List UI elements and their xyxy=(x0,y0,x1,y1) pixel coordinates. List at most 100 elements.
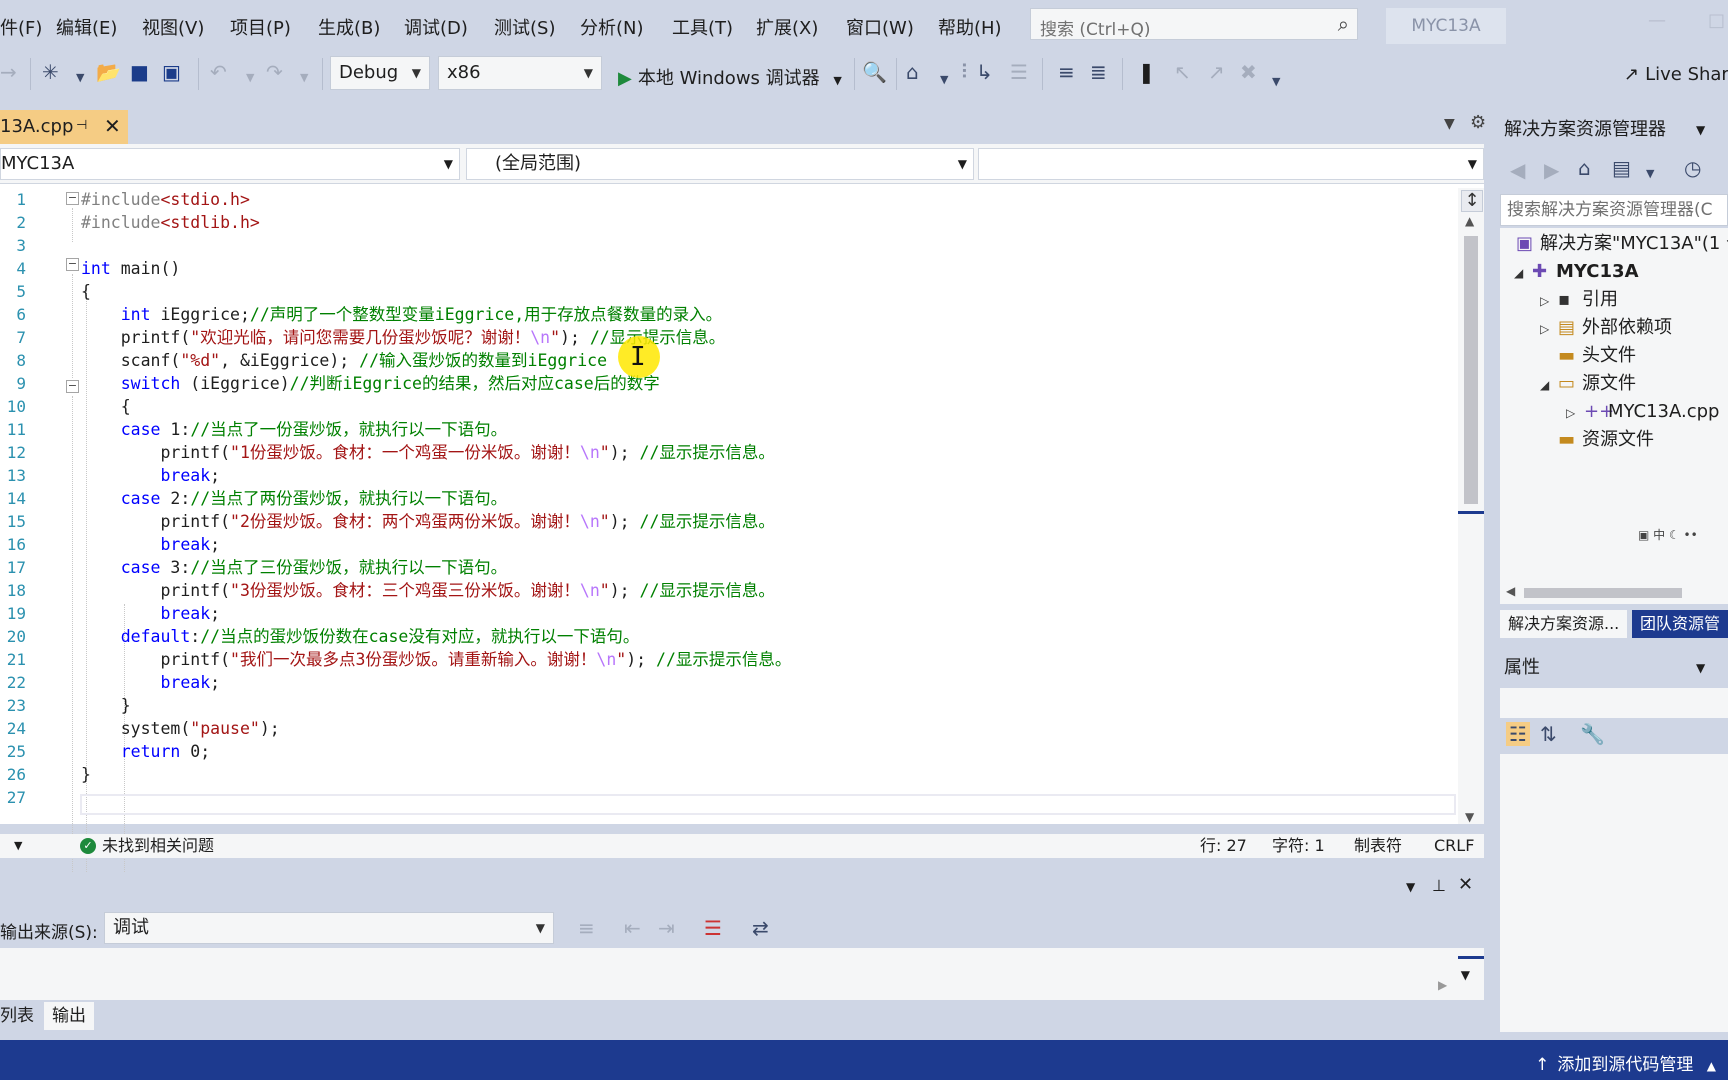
tree-item-header-files[interactable]: ▬ 头文件 xyxy=(1558,342,1636,370)
close-icon[interactable]: ✕ xyxy=(104,114,121,138)
menu-view[interactable]: 视图(V) xyxy=(142,14,204,40)
split-editor-icon[interactable]: ↕ xyxy=(1461,190,1483,212)
gear-icon[interactable]: ⚙ xyxy=(1470,112,1486,133)
collapse-icon[interactable]: − xyxy=(66,258,79,271)
collapsed-arrow-icon[interactable]: ▷ xyxy=(1540,315,1558,343)
tree-item-project[interactable]: ◢ ✚ MYC13A xyxy=(1514,258,1639,286)
new-project-icon[interactable]: ✳ xyxy=(42,60,59,84)
pending-changes-icon[interactable]: ◷ xyxy=(1684,156,1701,180)
member-dropdown[interactable]: ▼ xyxy=(978,148,1484,180)
chevron-down-icon[interactable]: ▼ xyxy=(1696,652,1705,684)
next-bookmark-icon[interactable]: ↗ xyxy=(1208,60,1225,84)
issues-status[interactable]: 未找到相关问题 xyxy=(102,834,214,858)
tab-output[interactable]: 输出 xyxy=(44,1002,94,1030)
minimize-icon[interactable]: — xyxy=(1648,10,1666,31)
save-icon[interactable]: ■ xyxy=(130,60,149,84)
menu-analyze[interactable]: 分析(N) xyxy=(580,14,644,40)
zoom-dropdown-icon[interactable]: ▼ xyxy=(14,834,22,858)
live-share-button[interactable]: ↗Live Share xyxy=(1624,64,1728,85)
output-source-combo[interactable]: 调试 ▼ xyxy=(104,912,554,944)
source-control-button[interactable]: ↑ 添加到源代码管理 ▲ xyxy=(1535,1050,1716,1075)
next-message-icon[interactable]: ⇥ xyxy=(658,916,675,940)
open-folder-icon[interactable]: 📂 xyxy=(96,60,121,84)
project-dropdown[interactable]: MYC13A ▼ xyxy=(0,148,460,180)
chevron-down-icon[interactable]: ▼ xyxy=(300,66,308,90)
menu-window[interactable]: 窗口(W) xyxy=(846,14,914,40)
bookmark-icon[interactable]: ❚ xyxy=(1138,60,1155,84)
step-over-icon[interactable]: ☰ xyxy=(1010,60,1028,84)
platform-combo[interactable]: x86 ▼ xyxy=(438,56,602,90)
collapse-icon[interactable]: − xyxy=(66,192,79,205)
chevron-down-icon[interactable]: ▼ xyxy=(1272,70,1280,94)
categorized-icon[interactable]: ☷ xyxy=(1506,722,1530,746)
start-debugging-button[interactable]: ▶ 本地 Windows 调试器 ▼ xyxy=(618,64,842,90)
indent-mode[interactable]: 制表符 xyxy=(1354,834,1402,858)
menu-edit[interactable]: 编辑(E) xyxy=(56,14,117,40)
alphabetical-icon[interactable]: ⇅ xyxy=(1540,722,1557,746)
collapsed-arrow-icon[interactable]: ▷ xyxy=(1540,287,1558,315)
close-icon[interactable]: ✕ xyxy=(1458,874,1473,895)
line-ending[interactable]: CRLF xyxy=(1434,834,1474,858)
back-icon[interactable]: ◀ xyxy=(1510,158,1525,182)
navigate-forward-icon[interactable]: → xyxy=(0,60,17,84)
clear-all-icon[interactable]: ☰ xyxy=(704,916,722,940)
menu-file[interactable]: 件(F) xyxy=(0,14,42,40)
menu-extensions[interactable]: 扩展(X) xyxy=(756,14,818,40)
clear-bookmarks-icon[interactable]: ✖ xyxy=(1240,60,1257,84)
menu-test[interactable]: 测试(S) xyxy=(494,14,555,40)
tree-item-references[interactable]: ▷ ▪ 引用 xyxy=(1540,286,1618,314)
solution-search-input[interactable]: 搜索解决方案资源管理器(C xyxy=(1500,194,1728,226)
menu-tools[interactable]: 工具(T) xyxy=(672,14,733,40)
tree-item-cpp-file[interactable]: ▷ ++MYC13A.cpp xyxy=(1566,398,1719,426)
collapse-icon[interactable]: − xyxy=(66,380,79,393)
configuration-combo[interactable]: Debug ▼ xyxy=(330,56,430,90)
home-icon[interactable]: ⌂ xyxy=(1578,156,1591,180)
pin-icon[interactable]: ⊣ xyxy=(76,118,87,133)
save-all-icon[interactable]: ▣ xyxy=(162,60,181,84)
menu-build[interactable]: 生成(B) xyxy=(318,14,380,40)
chevron-down-icon[interactable]: ▼ xyxy=(1646,162,1654,186)
find-in-files-icon[interactable]: 🔍 xyxy=(862,60,887,84)
code-editor[interactable]: 1 2 3 4 5 6 7 8 9 10 11 12 13 14 15 16 17 18 19 20 21 22 23 24 2… xyxy=(0,184,1484,902)
quick-launch-search[interactable]: 搜索 (Ctrl+Q) ⌕ xyxy=(1030,8,1358,40)
scrollbar-thumb[interactable] xyxy=(1464,236,1478,504)
scope-dropdown[interactable]: (全局范围) ▼ xyxy=(466,148,974,180)
scroll-up-icon[interactable]: ▲ xyxy=(1465,214,1474,228)
expanded-arrow-icon[interactable]: ◢ xyxy=(1514,259,1532,287)
expanded-arrow-icon[interactable]: ◢ xyxy=(1540,371,1558,399)
scroll-left-icon[interactable]: ◀ xyxy=(1506,584,1515,598)
previous-bookmark-icon[interactable]: ↖ xyxy=(1174,60,1191,84)
tab-source-file[interactable]: 13A.cpp ⊣ ✕ xyxy=(0,110,128,144)
scroll-down-icon[interactable]: ▼ xyxy=(1461,968,1470,982)
property-pages-icon[interactable]: 🔧 xyxy=(1580,722,1605,746)
outdent-icon[interactable]: ≡ xyxy=(1058,60,1075,84)
tree-item-source-files[interactable]: ◢ ▭ 源文件 xyxy=(1540,370,1636,398)
chevron-down-icon[interactable]: ▼ xyxy=(1696,114,1705,146)
redo-icon[interactable]: ↷ xyxy=(266,60,283,84)
indent-icon[interactable]: ≣ xyxy=(1090,60,1107,84)
chevron-down-icon[interactable]: ▼ xyxy=(76,66,84,90)
previous-message-icon[interactable]: ⇤ xyxy=(624,916,641,940)
tree-item-external-dependencies[interactable]: ▷ ▤ 外部依赖项 xyxy=(1540,314,1672,342)
chevron-down-icon[interactable]: ▼ xyxy=(246,66,254,90)
browser-link-icon[interactable]: ⌂ xyxy=(906,60,919,84)
tab-solution-explorer[interactable]: 解决方案资源... xyxy=(1500,610,1628,638)
solution-horizontal-scrollbar[interactable]: ◀ xyxy=(1500,582,1728,604)
undo-icon[interactable]: ↶ xyxy=(210,60,227,84)
chevron-down-icon[interactable]: ▼ xyxy=(1444,116,1455,132)
step-into-icon[interactable]: ↳ xyxy=(976,60,993,84)
editor-vertical-scrollbar[interactable]: ↕ ▲ ▼ xyxy=(1458,188,1484,824)
menu-project[interactable]: 项目(P) xyxy=(230,14,291,40)
menu-help[interactable]: 帮助(H) xyxy=(938,14,1002,40)
tab-team-explorer[interactable]: 团队资源管 xyxy=(1632,610,1728,638)
switch-views-icon[interactable]: ▤ xyxy=(1612,156,1631,180)
collapsed-arrow-icon[interactable]: ▷ xyxy=(1566,399,1584,427)
chevron-down-icon[interactable]: ▼ xyxy=(1406,880,1415,894)
maximize-icon[interactable]: □ xyxy=(1708,10,1725,31)
pin-icon[interactable]: ⊥ xyxy=(1432,876,1446,895)
output-content[interactable]: ▼ ▶ xyxy=(0,948,1484,1000)
tab-error-list[interactable]: 列表 xyxy=(0,1002,42,1030)
chevron-down-icon[interactable]: ▼ xyxy=(940,68,948,92)
scroll-down-icon[interactable]: ▼ xyxy=(1465,810,1474,824)
word-wrap-icon[interactable]: ⇄ xyxy=(752,916,769,940)
